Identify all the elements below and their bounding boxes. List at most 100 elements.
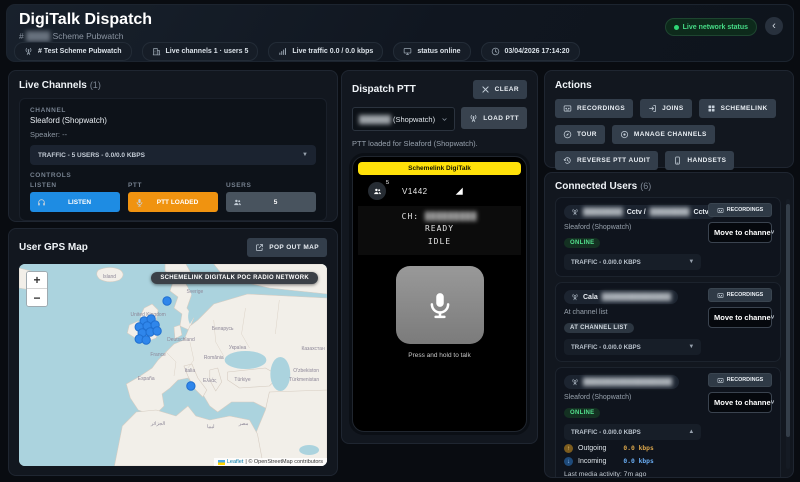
dispatch-ptt-panel: Dispatch PTT CLEAR ██████ (Shopwatch) LO… (341, 70, 538, 444)
redacted-scheme-name: ████ (26, 31, 51, 41)
listen-button[interactable]: LISTEN (30, 192, 120, 212)
user-traffic-accordion[interactable]: TRAFFIC - 0.0/0.0 KBPS ▼ (564, 339, 702, 355)
network-overlay-badge: SCHEMELINK DIGITALK POC RADIO NETWORK (151, 272, 318, 284)
pop-out-map-button[interactable]: POP OUT MAP (247, 238, 327, 257)
connected-users-title: Connected Users (6) (555, 181, 652, 192)
push-to-talk-button[interactable] (395, 266, 484, 345)
tour-button-label: TOUR (577, 131, 597, 138)
chevron-down-icon: ▼ (302, 152, 308, 158)
map-country-label: France (150, 352, 166, 358)
reverse-ptt-audit-button[interactable]: REVERSE PTT AUDIT (555, 151, 659, 170)
outgoing-value: 0.0 kbps (623, 445, 654, 452)
move-to-channel-select[interactable]: Move to channe ˅ (708, 307, 775, 328)
online-badge: ONLINE (564, 238, 601, 248)
history-icon (563, 156, 572, 165)
scrollbar-thumb[interactable] (786, 204, 790, 437)
ukraine-flag-icon (217, 459, 225, 465)
recordings-button[interactable]: RECORDINGS (708, 288, 772, 302)
gps-user-marker[interactable] (162, 296, 172, 306)
channel-label: CHANNEL (30, 107, 66, 114)
mic-icon (425, 290, 455, 320)
recordings-button[interactable]: RECORDINGS (708, 373, 772, 387)
map-country-label: Island (103, 274, 116, 280)
arrow-down-icon: ↓ (564, 457, 573, 466)
join-icon (648, 104, 657, 113)
redacted-user-name: ██████████████ (601, 293, 672, 301)
user-channel-subtitle: Sleaford (Shopwatch) (564, 224, 632, 231)
move-to-channel-select[interactable]: Move to channe ˅ (708, 392, 774, 413)
signal-strength-icon (454, 186, 464, 196)
record-icon (563, 104, 572, 113)
tour-button[interactable]: TOUR (555, 125, 605, 144)
channel-select[interactable]: ██████ (Shopwatch) (352, 107, 456, 131)
dispatch-ptt-title: Dispatch PTT (352, 84, 416, 95)
map-country-label: Казахстан (301, 346, 324, 352)
user-traffic-accordion[interactable]: TRAFFIC - 0.0/0.0 KBPS ▲ (564, 424, 702, 440)
manage-channels-button-label: MANAGE CHANNELS (633, 131, 707, 138)
user-name-pill: Cala ██████████████ (564, 290, 679, 304)
outgoing-row: ↑ Outgoing 0.0 kbps (564, 444, 772, 453)
channel-users-button[interactable]: 5 (226, 192, 316, 212)
clock-icon (491, 47, 500, 56)
collapse-button[interactable]: ‹ (765, 17, 783, 35)
grid-icon (707, 104, 716, 113)
recordings-button[interactable]: RECORDINGS (708, 203, 772, 217)
users-icon (373, 187, 382, 196)
recordings-button-label: RECORDINGS (726, 377, 764, 383)
channel-traffic-accordion[interactable]: TRAFFIC - 5 USERS - 0.0/0.0 KBPS ▼ (30, 145, 316, 165)
handset-mockup: Schemelink DigiTalk 5 V1442 CH: ████████… (352, 156, 527, 432)
gps-user-marker[interactable] (186, 381, 196, 391)
map-zoom-control: + − (26, 271, 48, 307)
gps-map-panel: User GPS Map POP OUT MAP Island Sverige … (8, 228, 338, 476)
zoom-in-button[interactable]: + (27, 272, 47, 289)
gps-user-marker[interactable] (141, 335, 151, 345)
load-ptt-button[interactable]: LOAD PTT (461, 107, 527, 129)
map-country-label: Italia (185, 368, 196, 374)
channel-card: CHANNEL Sleaford (Shopwatch) Speaker: --… (19, 98, 327, 221)
move-to-channel-select[interactable]: Move to channe ˅ (708, 222, 774, 243)
user-channel-subtitle: At channel list (564, 309, 608, 316)
leaflet-link[interactable]: Leaflet (227, 459, 244, 465)
handset-users-indicator: 5 (368, 180, 389, 200)
handsets-button[interactable]: HANDSETS (665, 151, 735, 170)
scrollbar-track[interactable] (786, 199, 790, 469)
chip-status-label: status online (417, 48, 461, 55)
map-country-label: Türkiye (234, 377, 250, 383)
manage-channels-button[interactable]: MANAGE CHANNELS (611, 125, 715, 144)
ptt-loaded-button[interactable]: PTT LOADED (128, 192, 218, 212)
gps-user-marker[interactable] (152, 326, 162, 336)
channel-list-badge: AT CHANNEL LIST (564, 323, 634, 333)
headset-icon (37, 198, 46, 207)
outgoing-label: Outgoing (578, 445, 607, 452)
chevron-down-icon: ˅ (770, 314, 775, 321)
building-icon (152, 47, 161, 56)
chip-datetime: 03/04/2026 17:14:20 (480, 42, 580, 61)
user-traffic-accordion[interactable]: TRAFFIC - 0.0/0.0 KBPS ▼ (564, 254, 702, 270)
move-to-channel-label: Move to channe (714, 313, 771, 322)
user-traffic-label: TRAFFIC - 0.0/0.0 KBPS (571, 428, 641, 436)
speaker-status: Speaker: -- (30, 130, 68, 139)
channel-name: Sleaford (Shopwatch) (30, 116, 107, 125)
map-country-label: O'zbekiston (293, 368, 319, 374)
user-name-text: Cctv / (626, 208, 646, 216)
schemelink-button[interactable]: SCHEMELINK (698, 99, 776, 118)
zoom-out-button[interactable]: − (27, 289, 47, 306)
channel-controls: LISTEN LISTEN PTT PTT LOADED USERS 5 (30, 182, 316, 212)
recordings-button[interactable]: RECORDINGS (555, 99, 634, 118)
lcd-ready-line: READY (424, 224, 455, 234)
recordings-button-label: RECORDINGS (726, 292, 764, 298)
leaflet-map[interactable]: IslandNorgeSverigeUnited KingdomDeutschl… (19, 264, 327, 466)
redacted-user-name: ████████ (649, 208, 690, 216)
recordings-button-label: RECORDINGS (577, 105, 626, 112)
chip-live-traffic-label: Live traffic 0.0 / 0.0 kbps (292, 48, 374, 55)
chip-live-channels-label: Live channels 1 · users 5 (165, 48, 249, 55)
target-icon (620, 130, 629, 139)
redacted-user-name: ████████ (583, 208, 623, 216)
handset-lcd-display: CH: █████████ READY IDLE (358, 206, 521, 256)
antenna-icon (571, 378, 579, 386)
clear-button[interactable]: CLEAR (472, 80, 527, 99)
lcd-idle-line: IDLE (427, 236, 452, 246)
redacted-lcd-channel: █████████ (424, 212, 478, 221)
handset-brand-bar: Schemelink DigiTalk (358, 162, 521, 175)
joins-button[interactable]: JOINS (640, 99, 692, 118)
